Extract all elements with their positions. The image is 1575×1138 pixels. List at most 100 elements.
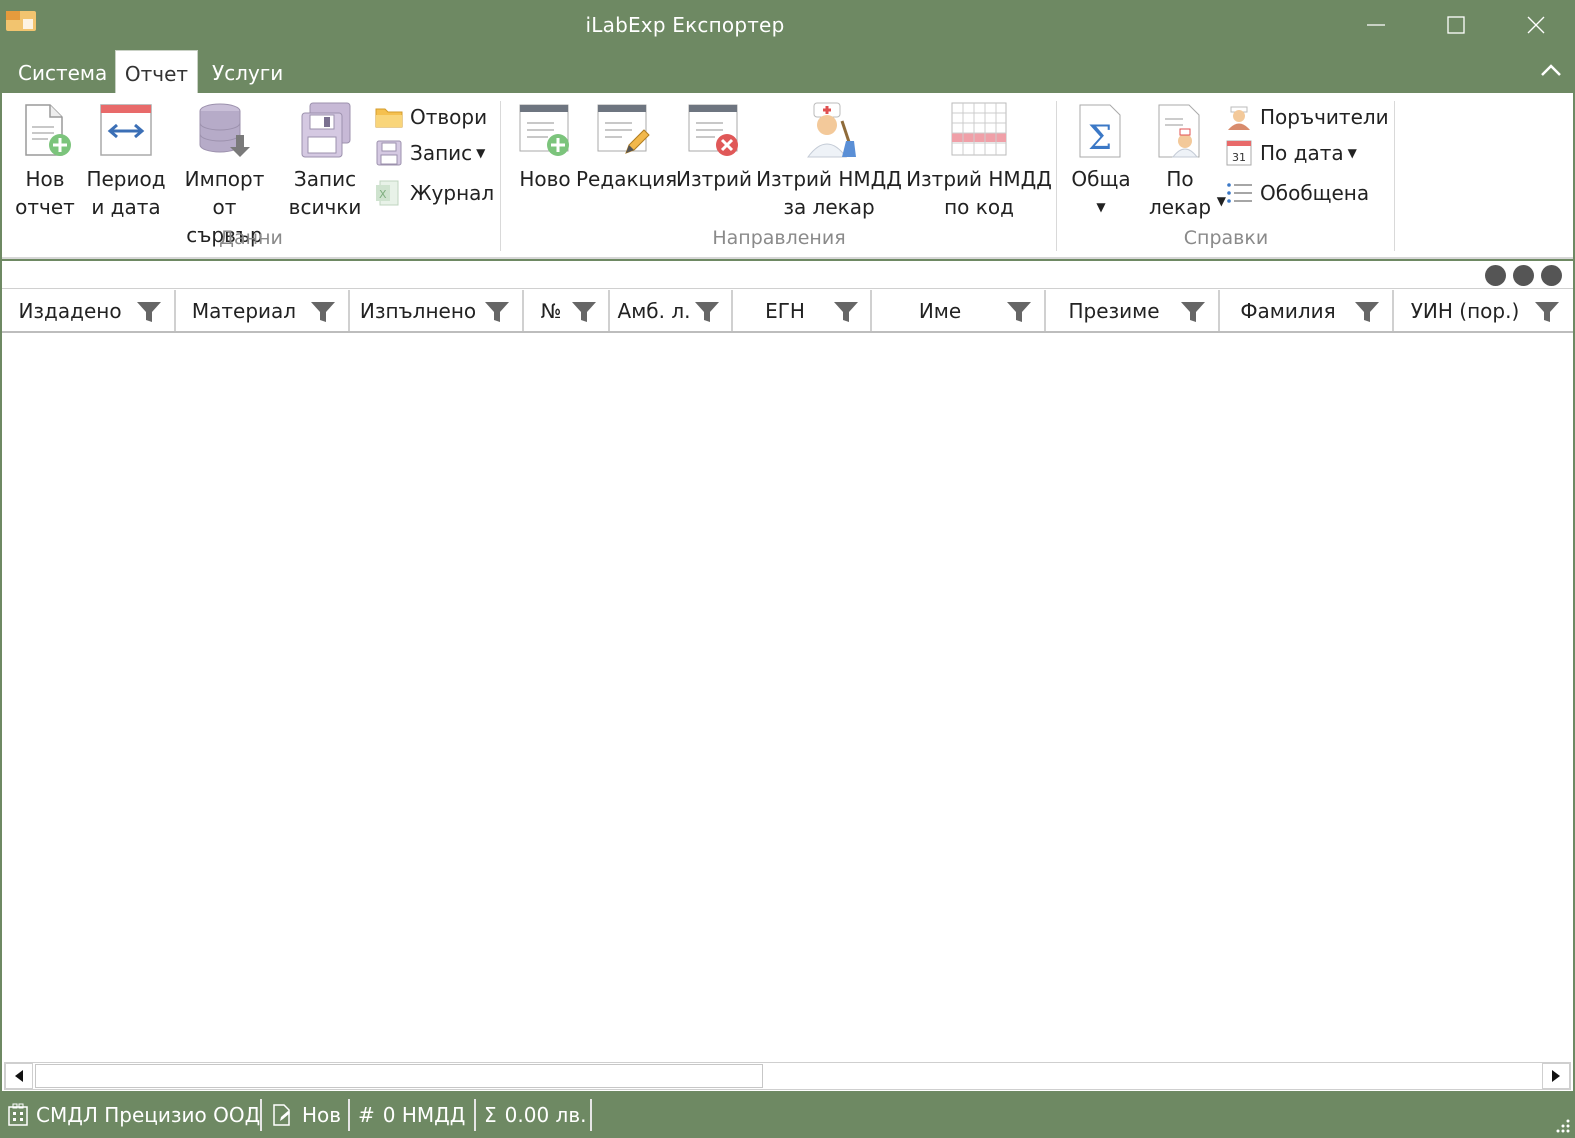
nurse-icon xyxy=(1228,106,1250,130)
save-dropdown-button[interactable]: Запис ▼ xyxy=(374,137,485,169)
more-dot-icon[interactable] xyxy=(1541,265,1562,286)
summary-button[interactable]: Обобщена xyxy=(1224,177,1369,209)
column-label: Издадено xyxy=(18,299,122,323)
tab-services[interactable]: Услуги xyxy=(212,50,283,94)
ribbon-tabs: Система Отчет Услуги xyxy=(0,50,1575,95)
ribbon-separator xyxy=(500,101,501,251)
column-label: Презиме xyxy=(1068,299,1160,323)
building-icon xyxy=(8,1103,28,1126)
calendar-icon: 31 xyxy=(1226,140,1252,166)
state-label: Нов xyxy=(302,1103,342,1127)
column-header-issued[interactable]: Издадено xyxy=(2,290,176,331)
edit-form-icon xyxy=(597,104,650,154)
edit-referral-label: Редакция xyxy=(576,167,678,191)
tab-system[interactable]: Система xyxy=(18,50,107,94)
status-separator xyxy=(348,1099,350,1131)
column-header-first-name[interactable]: Име xyxy=(872,290,1046,331)
status-total: Σ 0.00 лв. xyxy=(484,1100,586,1130)
new-report-button[interactable]: Нов отчет xyxy=(14,101,76,221)
status-state: Нов xyxy=(270,1100,341,1130)
delete-by-code-button[interactable]: Изтрий НМДД по код xyxy=(906,101,1052,221)
list-icon xyxy=(1227,183,1252,203)
close-button[interactable] xyxy=(1496,0,1575,50)
maximize-button[interactable] xyxy=(1416,0,1496,50)
status-company: СМДЛ Прецизио ООД xyxy=(6,1100,260,1130)
column-header-executed[interactable]: Изпълнено xyxy=(350,290,524,331)
save-all-label: Запис всички xyxy=(288,167,362,219)
filter-icon[interactable] xyxy=(310,300,336,324)
save-all-icon xyxy=(301,102,351,158)
scroll-right-button[interactable] xyxy=(1542,1063,1570,1089)
new-document-icon xyxy=(25,104,71,156)
status-separator xyxy=(590,1099,592,1131)
new-referral-button[interactable]: Ново xyxy=(512,101,578,193)
open-button[interactable]: Отвори xyxy=(374,101,487,133)
delete-referral-button[interactable]: Изтрий xyxy=(676,101,752,193)
scrollbar-thumb[interactable] xyxy=(35,1064,763,1088)
filter-icon[interactable] xyxy=(1006,300,1032,324)
delete-form-icon xyxy=(688,104,738,156)
column-header-uin[interactable]: УИН (пор.) xyxy=(1394,290,1573,331)
resize-grip-icon[interactable] xyxy=(1551,1114,1571,1134)
delete-by-doctor-button[interactable]: Изтрий НМДД за лекар xyxy=(756,101,902,221)
new-report-label: Нов отчет xyxy=(15,167,75,219)
column-header-middle-name[interactable]: Презиме xyxy=(1046,290,1220,331)
open-label: Отвори xyxy=(410,105,488,129)
status-separator xyxy=(260,1099,262,1131)
more-dot-icon[interactable] xyxy=(1513,265,1534,286)
chevron-down-icon: ▼ xyxy=(1347,146,1357,160)
minimize-button[interactable] xyxy=(1336,0,1416,50)
doctor-report-icon xyxy=(1158,104,1200,158)
ribbon-separator xyxy=(1394,101,1395,251)
scroll-left-button[interactable] xyxy=(5,1063,33,1089)
tab-report[interactable]: Отчет xyxy=(115,50,198,95)
ribbon-separator xyxy=(1056,101,1057,251)
column-label: Амб. л. xyxy=(617,299,691,323)
table-delete-icon xyxy=(951,102,1007,156)
filter-icon[interactable] xyxy=(1180,300,1206,324)
filter-icon[interactable] xyxy=(1354,300,1380,324)
more-dot-icon[interactable] xyxy=(1485,265,1506,286)
column-header-last-name[interactable]: Фамилия xyxy=(1220,290,1394,331)
journal-button[interactable]: X Журнал xyxy=(374,177,494,209)
column-label: Изпълнено xyxy=(359,299,477,323)
edit-referral-button[interactable]: Редакция xyxy=(576,101,677,193)
delete-by-code-label: Изтрий НМДД по код xyxy=(906,167,1052,219)
count-label: 0 НМДД xyxy=(382,1103,466,1127)
filter-icon[interactable] xyxy=(694,300,720,324)
by-date-button[interactable]: 31 По дата ▼ xyxy=(1224,137,1357,169)
by-date-label: По дата xyxy=(1260,141,1344,165)
svg-text:Σ: Σ xyxy=(1088,118,1112,158)
chevron-down-icon: ▼ xyxy=(1096,200,1106,214)
orderers-button[interactable]: Поръчители xyxy=(1224,101,1389,133)
column-header-amb-list[interactable]: Амб. л. xyxy=(610,290,733,331)
svg-text:X: X xyxy=(379,188,387,201)
horizontal-scrollbar[interactable] xyxy=(4,1062,1571,1090)
chevron-down-icon: ▼ xyxy=(476,146,486,160)
column-header-material[interactable]: Материал xyxy=(176,290,350,331)
journal-label: Журнал xyxy=(410,181,495,205)
general-report-button[interactable]: Σ Обща ▼ xyxy=(1068,101,1134,221)
sigma-icon: Σ xyxy=(484,1103,497,1127)
filter-icon[interactable] xyxy=(484,300,510,324)
filter-icon[interactable] xyxy=(833,300,859,324)
column-label: УИН (пор.) xyxy=(1410,299,1520,323)
arrow-left-icon xyxy=(15,1070,23,1082)
by-doctor-report-button[interactable]: По лекар ▼ xyxy=(1140,101,1226,221)
collapse-ribbon-icon[interactable] xyxy=(1539,60,1563,80)
window-title: iLabExp Експортер xyxy=(585,13,785,37)
company-name: СМДЛ Прецизио ООД xyxy=(36,1103,261,1127)
close-icon xyxy=(1527,16,1545,34)
column-header-number[interactable]: № xyxy=(524,290,610,331)
calendar-period-icon xyxy=(100,104,152,156)
filter-icon[interactable] xyxy=(136,300,162,324)
referrals-group-label: Направления xyxy=(712,227,846,249)
data-grid: Издадено Материал Изпълнено № Амб. л. ЕГ… xyxy=(2,261,1573,1091)
filter-icon[interactable] xyxy=(1534,300,1560,324)
column-header-egn[interactable]: ЕГН xyxy=(733,290,872,331)
save-all-button[interactable]: Запис всички xyxy=(288,101,362,221)
grid-header: Издадено Материал Изпълнено № Амб. л. ЕГ… xyxy=(2,290,1573,333)
reports-group-label: Справки xyxy=(1183,227,1269,249)
period-date-button[interactable]: Период и дата xyxy=(86,101,166,221)
filter-icon[interactable] xyxy=(571,300,597,324)
